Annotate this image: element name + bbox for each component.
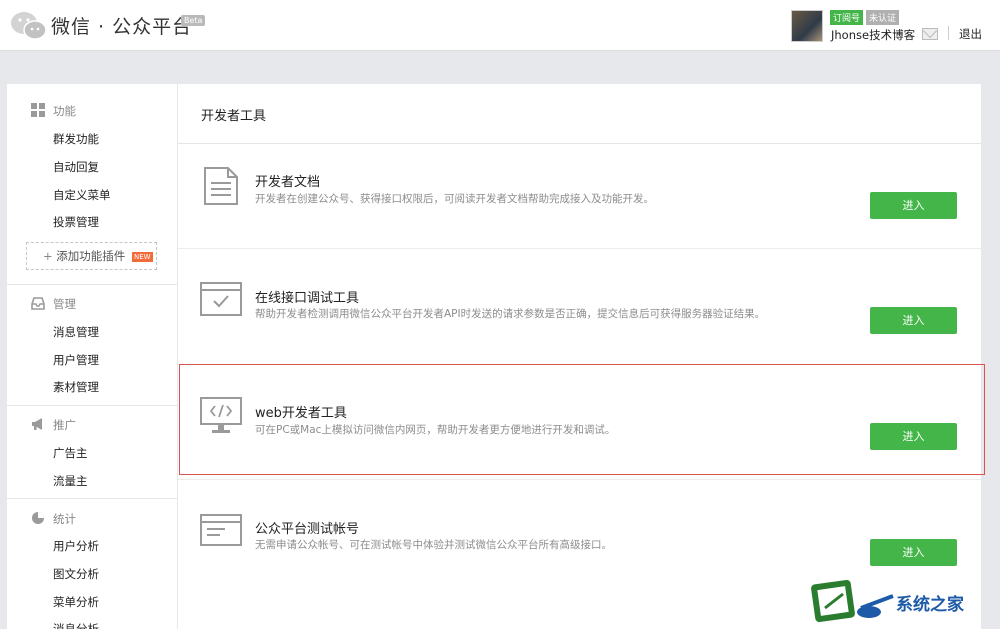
plus-icon: + xyxy=(43,249,53,263)
beta-badge: Beta xyxy=(181,15,206,26)
sidebar-section-management: 管理 xyxy=(53,297,76,311)
tool-title-api-debugger: 在线接口调试工具 xyxy=(255,291,360,306)
sidebar-section-promotion: 推广 xyxy=(53,418,76,432)
sidebar-item-auto-reply[interactable]: 自动回复 xyxy=(53,159,99,175)
mail-icon[interactable] xyxy=(922,28,938,40)
grid-icon xyxy=(31,103,45,117)
top-header: 微信 · 公众平台 Beta 订阅号 未认证 Jhonse技术博客 退出 xyxy=(0,0,1000,51)
highlight-frame xyxy=(179,364,985,475)
avatar[interactable] xyxy=(791,10,823,42)
add-plugin-button[interactable]: + 添加功能插件 NEW xyxy=(26,242,157,270)
enter-dev-docs-button[interactable]: 进入 xyxy=(870,192,957,219)
enter-test-account-button[interactable]: 进入 xyxy=(870,539,957,566)
sidebar-item-article-analysis[interactable]: 图文分析 xyxy=(53,566,99,582)
account-name-link[interactable]: Jhonse技术博客 xyxy=(831,27,915,43)
unverified-badge: 未认证 xyxy=(866,10,900,25)
tool-title-test-account: 公众平台测试帐号 xyxy=(255,522,360,537)
add-plugin-label: 添加功能插件 xyxy=(56,249,126,263)
tool-desc-dev-docs: 开发者在创建公众号、获得接口权限后，可阅读开发者文档帮助完成接入及功能开发。 xyxy=(255,193,654,205)
sidebar-item-user-analysis[interactable]: 用户分析 xyxy=(53,538,99,554)
sidebar-item-publisher[interactable]: 流量主 xyxy=(53,473,88,489)
sidebar-item-messages[interactable]: 消息管理 xyxy=(53,324,99,340)
sidebar-section-statistics: 统计 xyxy=(53,512,76,526)
megaphone-icon xyxy=(32,418,42,430)
sidebar-divider xyxy=(7,284,177,285)
wechat-logo-icon xyxy=(11,12,47,40)
tool-desc-test-account: 无需申请公众帐号、可在测试帐号中体验并测试微信公众平台所有高级接口。 xyxy=(255,539,612,551)
sidebar-divider xyxy=(7,498,177,499)
pie-chart-icon xyxy=(32,512,44,524)
platform-title[interactable]: 微信 · 公众平台 xyxy=(51,12,192,39)
sidebar-item-users[interactable]: 用户管理 xyxy=(53,352,99,368)
title-divider xyxy=(178,143,981,144)
sidebar-item-advertiser[interactable]: 广告主 xyxy=(53,445,88,461)
sidebar: 功能 群发功能 自动回复 自定义菜单 投票管理 + 添加功能插件 NEW 管理 … xyxy=(7,84,177,629)
sidebar-section-features: 功能 xyxy=(53,104,76,118)
sidebar-item-menu-analysis[interactable]: 菜单分析 xyxy=(53,594,99,610)
row-divider xyxy=(178,248,981,249)
document-icon xyxy=(204,167,238,205)
watermark-text: 系统之家 xyxy=(896,595,964,615)
sidebar-item-custom-menu[interactable]: 自定义菜单 xyxy=(53,187,111,203)
inbox-icon xyxy=(31,297,45,310)
row-divider xyxy=(178,479,981,480)
sidebar-item-message-analysis[interactable]: 消息分析 xyxy=(53,621,99,629)
browser-list-icon xyxy=(200,514,242,546)
tool-title-dev-docs: 开发者文档 xyxy=(255,175,321,190)
sidebar-item-materials[interactable]: 素材管理 xyxy=(53,379,99,395)
main-panel: 开发者工具 开发者文档 开发者在创建公众号、获得接口权限后，可阅读开发者文档帮助… xyxy=(178,84,981,629)
enter-api-debugger-button[interactable]: 进入 xyxy=(870,307,957,334)
tool-desc-api-debugger: 帮助开发者检测调用微信公众平台开发者API时发送的请求参数是否正确，提交信息后可… xyxy=(255,308,766,320)
logout-link[interactable]: 退出 xyxy=(959,26,982,42)
sidebar-item-vote-management[interactable]: 投票管理 xyxy=(53,214,99,230)
header-divider xyxy=(948,26,949,40)
browser-check-icon xyxy=(200,282,242,316)
page-title: 开发者工具 xyxy=(201,109,267,124)
sidebar-item-mass-send[interactable]: 群发功能 xyxy=(53,131,99,147)
sidebar-divider xyxy=(7,405,177,406)
subscription-badge: 订阅号 xyxy=(830,10,864,25)
new-badge: NEW xyxy=(131,251,153,262)
